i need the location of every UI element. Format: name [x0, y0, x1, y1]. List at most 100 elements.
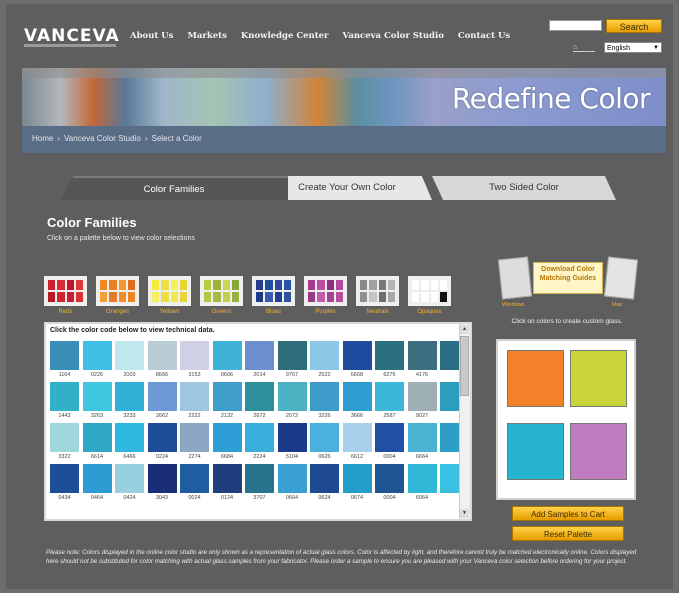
color-chip[interactable]: [407, 423, 437, 452]
color-code[interactable]: 0664: [278, 493, 307, 503]
color-code-cell[interactable]: 5104: [277, 423, 307, 462]
color-code-cell[interactable]: 0664: [277, 464, 307, 503]
palette-label[interactable]: Greens: [200, 309, 243, 315]
color-chip[interactable]: [407, 382, 437, 411]
preview-square[interactable]: [507, 350, 564, 407]
color-code[interactable]: 6276: [375, 370, 404, 380]
reset-palette-button[interactable]: Reset Palette: [512, 526, 624, 541]
color-code-cell[interactable]: 0124: [212, 464, 242, 503]
color-code-cell[interactable]: 0674: [342, 464, 372, 503]
color-code[interactable]: 2662: [148, 411, 177, 421]
color-code-cell[interactable]: 8666: [147, 341, 177, 380]
color-chip[interactable]: [180, 341, 209, 370]
color-chip[interactable]: [342, 464, 372, 493]
search-button[interactable]: Search: [606, 19, 662, 33]
tab-color-families[interactable]: Color Families: [60, 176, 288, 200]
palette-label[interactable]: Yellows: [148, 309, 191, 315]
color-chip[interactable]: [245, 341, 274, 370]
color-code-cell[interactable]: 9027: [407, 382, 437, 421]
vanceva-logo[interactable]: VANCEVA: [24, 26, 120, 46]
color-code-cell[interactable]: 6466: [115, 423, 144, 462]
color-code[interactable]: 2274: [180, 452, 209, 462]
color-chip[interactable]: [212, 341, 242, 370]
color-code[interactable]: 3666: [343, 411, 372, 421]
color-chip[interactable]: [277, 382, 307, 411]
palette-label[interactable]: Oranges: [96, 309, 139, 315]
color-code[interactable]: 0464: [83, 493, 112, 503]
color-code[interactable]: 4176: [408, 370, 437, 380]
color-code-cell[interactable]: 3226: [310, 382, 339, 421]
download-guide[interactable]: Download Color Matching Guides: [497, 256, 639, 302]
color-code-cell[interactable]: 0626: [310, 423, 339, 462]
color-code-cell[interactable]: 0464: [82, 464, 112, 503]
palette-swatch[interactable]: [148, 276, 191, 306]
color-code-cell[interactable]: 2662: [147, 382, 177, 421]
color-code-cell[interactable]: 6064: [407, 464, 437, 503]
color-code-cell[interactable]: 2132: [212, 382, 242, 421]
color-chip[interactable]: [180, 382, 209, 411]
color-chip[interactable]: [147, 464, 177, 493]
color-chip[interactable]: [245, 382, 274, 411]
color-code-cell[interactable]: 2014: [245, 341, 274, 380]
color-chip[interactable]: [50, 382, 79, 411]
color-code-cell[interactable]: 2522: [310, 341, 339, 380]
color-code-cell[interactable]: 6668: [342, 341, 372, 380]
guide-mac-link[interactable]: Mac: [612, 302, 622, 308]
palette-oranges[interactable]: Oranges: [96, 276, 139, 315]
color-code-cell[interactable]: 0424: [115, 464, 144, 503]
color-chip[interactable]: [342, 423, 372, 452]
color-chip[interactable]: [147, 423, 177, 452]
color-code[interactable]: 0626: [310, 452, 339, 462]
palette-yellows[interactable]: Yellows: [148, 276, 191, 315]
preview-square[interactable]: [507, 423, 564, 480]
palette-opaques[interactable]: Opaques: [408, 276, 451, 315]
nav-markets[interactable]: Markets: [187, 31, 226, 41]
color-chip[interactable]: [212, 382, 242, 411]
scroll-up-arrow-icon[interactable]: ▲: [460, 325, 469, 334]
color-chip[interactable]: [50, 341, 79, 370]
color-code-cell[interactable]: 6664: [407, 423, 437, 462]
palette-label[interactable]: Reds: [44, 309, 87, 315]
color-code[interactable]: 3322: [50, 452, 79, 462]
color-chip[interactable]: [115, 423, 144, 452]
color-code[interactable]: 2587: [375, 411, 404, 421]
color-chip[interactable]: [50, 423, 79, 452]
color-chip[interactable]: [342, 341, 372, 370]
color-chip[interactable]: [212, 423, 242, 452]
color-code[interactable]: 0674: [343, 493, 372, 503]
color-code[interactable]: 0004: [375, 452, 404, 462]
color-chip[interactable]: [310, 382, 339, 411]
preview-square[interactable]: [570, 350, 627, 407]
palette-greens[interactable]: Greens: [200, 276, 243, 315]
color-code[interactable]: 6664: [408, 452, 437, 462]
color-code[interactable]: 0434: [50, 493, 79, 503]
palette-swatch[interactable]: [356, 276, 399, 306]
color-chip[interactable]: [82, 423, 112, 452]
color-code-cell[interactable]: 6276: [375, 341, 404, 380]
color-chip[interactable]: [277, 341, 307, 370]
color-chip[interactable]: [115, 382, 144, 411]
scroll-down-arrow-icon[interactable]: ▼: [460, 509, 469, 518]
palette-reds[interactable]: Reds: [44, 276, 87, 315]
color-code[interactable]: 3263: [83, 411, 112, 421]
color-chip[interactable]: [180, 423, 209, 452]
color-code[interactable]: 2522: [310, 370, 339, 380]
color-code[interactable]: 6684: [213, 452, 242, 462]
color-code-cell[interactable]: 2224: [245, 423, 274, 462]
color-code[interactable]: 0624: [310, 493, 339, 503]
breadcrumb-color-studio[interactable]: Vanceva Color Studio: [64, 134, 141, 143]
color-chip[interactable]: [147, 341, 177, 370]
color-chip[interactable]: [50, 464, 79, 493]
palette-label[interactable]: Purples: [304, 309, 347, 315]
color-code[interactable]: 0004: [375, 493, 404, 503]
color-code-cell[interactable]: 0024: [180, 464, 209, 503]
color-code[interactable]: 6466: [115, 452, 144, 462]
color-code[interactable]: 0224: [148, 452, 177, 462]
color-code[interactable]: 2014: [245, 370, 274, 380]
palette-swatch[interactable]: [96, 276, 139, 306]
color-code-cell[interactable]: 6612: [342, 423, 372, 462]
color-chip[interactable]: [245, 423, 274, 452]
color-chip[interactable]: [310, 341, 339, 370]
color-code-cell[interactable]: 6614: [82, 423, 112, 462]
color-code[interactable]: 3226: [310, 411, 339, 421]
